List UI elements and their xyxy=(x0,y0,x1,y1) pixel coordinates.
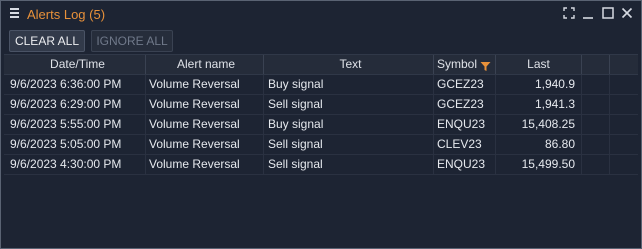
cell-symbol: ENQU23 xyxy=(434,115,496,134)
column-header-alert-name[interactable]: Alert name xyxy=(146,55,264,74)
cell-symbol: GCEZ23 xyxy=(434,75,496,94)
column-header-symbol[interactable]: Symbol xyxy=(434,55,496,74)
table-row[interactable]: 9/6/2023 5:55:00 PM Volume Reversal Buy … xyxy=(4,115,638,135)
cell-extra xyxy=(582,155,610,174)
window-title: Alerts Log (5) xyxy=(27,7,106,22)
alerts-table: Date/Time Alert name Text Symbol Last 9/… xyxy=(4,54,638,175)
cell-datetime: 9/6/2023 6:36:00 PM xyxy=(4,75,146,94)
cell-extra xyxy=(582,135,610,154)
cell-alert-name: Volume Reversal xyxy=(146,115,264,134)
column-header-datetime[interactable]: Date/Time xyxy=(4,55,146,74)
cell-datetime: 9/6/2023 4:30:00 PM xyxy=(4,155,146,174)
close-icon[interactable] xyxy=(620,6,634,20)
cell-datetime: 9/6/2023 5:55:00 PM xyxy=(4,115,146,134)
cell-text: Sell signal xyxy=(264,95,434,114)
cell-symbol: ENQU23 xyxy=(434,155,496,174)
cell-text: Buy signal xyxy=(264,115,434,134)
cell-extra xyxy=(582,75,610,94)
cell-alert-name: Volume Reversal xyxy=(146,155,264,174)
cell-last: 15,499.50 xyxy=(496,155,582,174)
maximize-icon[interactable] xyxy=(601,6,615,20)
table-row[interactable]: 9/6/2023 6:29:00 PM Volume Reversal Sell… xyxy=(4,95,638,115)
cell-last: 86.80 xyxy=(496,135,582,154)
toolbar: CLEAR ALL IGNORE ALL xyxy=(1,29,641,53)
table-row[interactable]: 9/6/2023 4:30:00 PM Volume Reversal Sell… xyxy=(4,155,638,175)
alerts-log-window: Alerts Log (5) CLEAR ALL IGNORE ALL Date… xyxy=(0,0,642,249)
clear-all-button[interactable]: CLEAR ALL xyxy=(9,30,85,52)
expand-icon[interactable] xyxy=(562,6,576,20)
column-header-symbol-label: Symbol xyxy=(437,57,478,71)
cell-text: Buy signal xyxy=(264,75,434,94)
column-header-last[interactable]: Last xyxy=(496,55,582,74)
cell-last: 1,940.9 xyxy=(496,75,582,94)
cell-extra xyxy=(582,95,610,114)
column-header-text[interactable]: Text xyxy=(264,55,434,74)
cell-alert-name: Volume Reversal xyxy=(146,95,264,114)
table-header: Date/Time Alert name Text Symbol Last xyxy=(4,54,638,75)
ignore-all-button[interactable]: IGNORE ALL xyxy=(91,30,173,52)
menu-icon[interactable] xyxy=(10,8,19,18)
cell-text: Sell signal xyxy=(264,155,434,174)
cell-symbol: GCEZ23 xyxy=(434,95,496,114)
cell-alert-name: Volume Reversal xyxy=(146,135,264,154)
cell-last: 15,408.25 xyxy=(496,115,582,134)
table-row[interactable]: 9/6/2023 5:05:00 PM Volume Reversal Sell… xyxy=(4,135,638,155)
cell-datetime: 9/6/2023 5:05:00 PM xyxy=(4,135,146,154)
cell-text: Sell signal xyxy=(264,135,434,154)
table-row[interactable]: 9/6/2023 6:36:00 PM Volume Reversal Buy … xyxy=(4,75,638,95)
title-bar: Alerts Log (5) xyxy=(1,1,641,27)
cell-extra xyxy=(582,115,610,134)
cell-datetime: 9/6/2023 6:29:00 PM xyxy=(4,95,146,114)
minimize-icon[interactable] xyxy=(581,6,595,20)
cell-last: 1,941.3 xyxy=(496,95,582,114)
column-header-extra xyxy=(582,55,610,74)
cell-alert-name: Volume Reversal xyxy=(146,75,264,94)
cell-symbol: CLEV23 xyxy=(434,135,496,154)
